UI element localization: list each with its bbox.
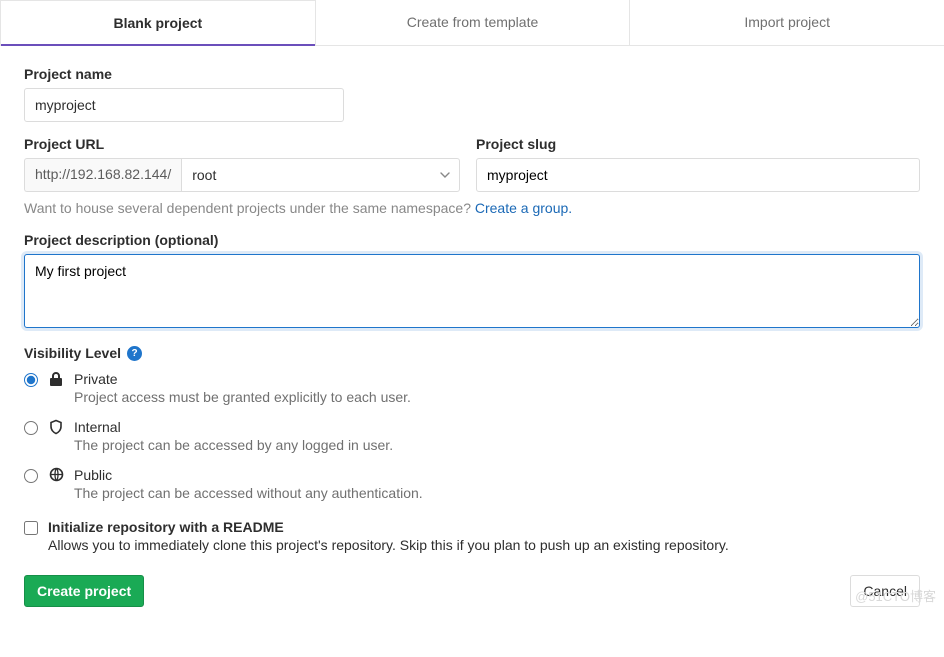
project-url-base: http://192.168.82.144/ (24, 158, 181, 192)
project-description-label: Project description (optional) (24, 232, 920, 248)
visibility-public-title: Public (74, 467, 920, 483)
visibility-internal-desc: The project can be accessed by any logge… (74, 437, 920, 453)
tab-import-project[interactable]: Import project (630, 0, 944, 45)
project-slug-input[interactable] (476, 158, 920, 192)
visibility-level-label: Visibility Level ? (24, 345, 920, 361)
tabs-bar: Blank project Create from template Impor… (0, 0, 944, 46)
initialize-readme-desc: Allows you to immediately clone this pro… (48, 537, 729, 553)
shield-icon (48, 419, 64, 435)
initialize-readme-title: Initialize repository with a README (48, 519, 729, 535)
project-url-label: Project URL (24, 136, 460, 152)
lock-icon (48, 371, 64, 387)
visibility-public-desc: The project can be accessed without any … (74, 485, 920, 501)
namespace-hint: Want to house several dependent projects… (24, 200, 920, 216)
tab-blank-project[interactable]: Blank project (0, 0, 316, 45)
project-name-label: Project name (24, 66, 920, 82)
project-slug-label: Project slug (476, 136, 920, 152)
project-description-input[interactable]: My first project (24, 254, 920, 328)
help-icon[interactable]: ? (127, 346, 142, 361)
visibility-internal-title: Internal (74, 419, 920, 435)
visibility-internal-radio[interactable] (24, 421, 38, 435)
visibility-private-desc: Project access must be granted explicitl… (74, 389, 920, 405)
form-area: Project name Project URL http://192.168.… (0, 46, 944, 627)
project-name-input[interactable] (24, 88, 344, 122)
tab-create-from-template[interactable]: Create from template (316, 0, 631, 45)
create-group-link[interactable]: Create a group. (475, 200, 572, 216)
visibility-private-title: Private (74, 371, 920, 387)
initialize-readme-checkbox[interactable] (24, 521, 38, 535)
create-project-button[interactable]: Create project (24, 575, 144, 607)
cancel-button[interactable]: Cancel (850, 575, 920, 607)
visibility-private-radio[interactable] (24, 373, 38, 387)
namespace-select[interactable]: root (181, 158, 460, 192)
visibility-public-radio[interactable] (24, 469, 38, 483)
globe-icon (48, 467, 64, 482)
